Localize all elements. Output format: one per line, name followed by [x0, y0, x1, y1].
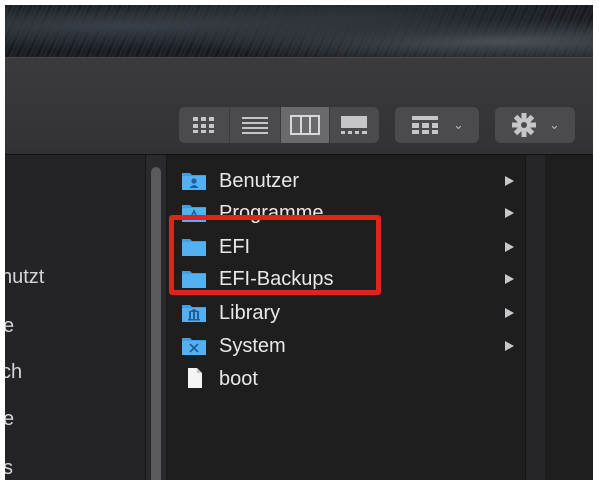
disclosure-arrow-icon	[505, 341, 514, 351]
applications-folder-icon	[182, 205, 206, 222]
action-menu-button[interactable]: ⌄	[495, 107, 575, 143]
column-view-button[interactable]	[281, 107, 329, 143]
users-folder-icon	[182, 173, 206, 190]
sidebar-item-label: nutzt	[5, 266, 45, 288]
item-label: Benutzer	[219, 169, 300, 192]
finder-window: ⌄ ⌄ nutzt e ch e s Benutzer Programme EF…	[5, 57, 593, 480]
folder-icon	[182, 239, 206, 256]
icon-view-button[interactable]	[179, 107, 229, 143]
column-browser: Benutzer Programme EFI EFI-Backups Libra…	[167, 155, 525, 480]
sidebar-item[interactable]: nutzt	[5, 266, 44, 289]
sidebar-item-label: e	[5, 408, 15, 430]
chevron-down-icon: ⌄	[453, 117, 464, 132]
item-label: System	[219, 334, 286, 357]
desktop-wallpaper	[5, 5, 593, 57]
column-view-icon	[290, 115, 320, 135]
item-label: EFI-Backups	[219, 267, 334, 290]
list-item[interactable]: Library	[167, 297, 525, 329]
next-column	[545, 155, 593, 480]
view-mode-control	[179, 107, 379, 143]
list-item[interactable]: EFI-Backups	[167, 263, 525, 295]
list-view-button[interactable]	[230, 107, 280, 143]
chevron-down-icon: ⌄	[549, 117, 560, 132]
group-by-icon	[412, 116, 438, 134]
list-item[interactable]: EFI	[167, 231, 525, 263]
disclosure-arrow-icon	[505, 274, 514, 284]
scrollbar-thumb[interactable]	[151, 167, 161, 480]
sidebar: nutzt e ch e s	[5, 155, 145, 480]
sidebar-item[interactable]: ch	[5, 361, 22, 384]
disclosure-arrow-icon	[505, 308, 514, 318]
list-item[interactable]: Programme	[167, 197, 525, 229]
item-label: Programme	[219, 201, 324, 224]
system-folder-icon	[182, 338, 206, 355]
list-item[interactable]: boot	[167, 363, 525, 395]
disclosure-arrow-icon	[505, 176, 514, 186]
list-view-icon	[242, 117, 268, 134]
icon-view-icon	[193, 117, 214, 133]
list-item[interactable]: Benutzer	[167, 165, 525, 197]
gallery-view-icon	[341, 116, 367, 134]
sidebar-item-label: ch	[5, 361, 23, 383]
sidebar-item[interactable]: s	[5, 457, 13, 480]
sidebar-item-label: s	[5, 457, 13, 479]
item-label: boot	[219, 367, 258, 390]
sidebar-item-label: e	[5, 315, 15, 337]
column-divider[interactable]	[525, 155, 545, 480]
sidebar-scrollbar[interactable]	[145, 155, 167, 480]
disclosure-arrow-icon	[505, 242, 514, 252]
gear-icon	[512, 113, 536, 137]
list-item[interactable]: System	[167, 330, 525, 362]
gallery-view-button[interactable]	[330, 107, 378, 143]
item-label: Library	[219, 301, 281, 324]
folder-icon	[182, 271, 206, 288]
item-label: EFI	[219, 235, 251, 258]
library-folder-icon	[182, 305, 206, 322]
sidebar-item[interactable]: e	[5, 408, 14, 431]
sidebar-item[interactable]: e	[5, 315, 14, 338]
document-icon	[188, 368, 202, 388]
disclosure-arrow-icon	[505, 208, 514, 218]
finder-toolbar: ⌄ ⌄	[5, 57, 593, 155]
screenshot-frame: ⌄ ⌄ nutzt e ch e s Benutzer Programme EF…	[5, 5, 593, 480]
group-by-button[interactable]: ⌄	[395, 107, 479, 143]
